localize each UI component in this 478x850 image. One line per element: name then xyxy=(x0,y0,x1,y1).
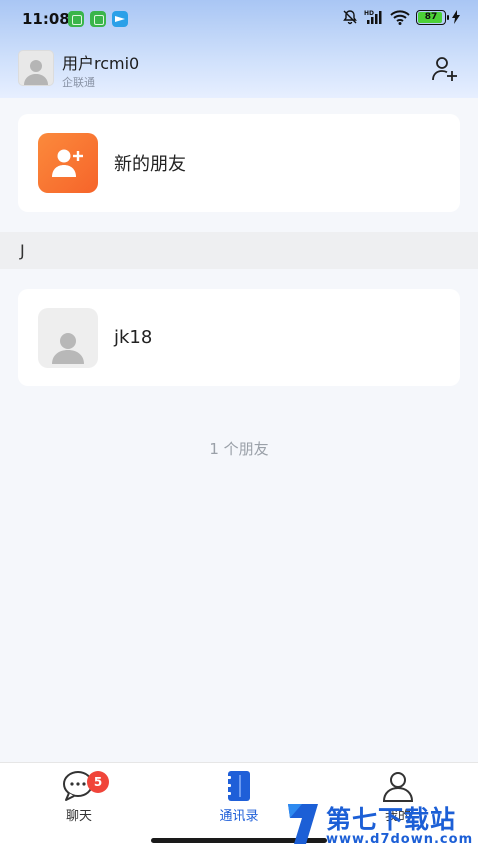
friend-count: 1 个朋友 xyxy=(209,440,269,458)
section-letter: J xyxy=(20,241,25,260)
new-friends-item[interactable]: 新的朋友 xyxy=(18,114,460,212)
watermark-logo-icon xyxy=(288,804,318,844)
add-person-icon xyxy=(52,149,83,177)
watermark-title: 第七下载站 xyxy=(326,805,457,834)
new-friends-icon-tile xyxy=(38,133,98,193)
contact-avatar xyxy=(38,307,98,368)
section-index-header: J xyxy=(0,232,478,269)
cell-signal-icon: HD xyxy=(364,10,382,24)
app-header: 用户rcmi0 企联通 xyxy=(0,40,478,98)
add-person-icon xyxy=(432,57,457,81)
notification-app-icon xyxy=(68,11,84,27)
contact-item[interactable]: jk18 xyxy=(18,289,460,386)
default-avatar-icon xyxy=(24,60,48,85)
tab-contacts[interactable]: 通讯录 xyxy=(189,769,289,829)
contact-name: jk18 xyxy=(114,327,153,348)
telegram-icon xyxy=(112,11,128,27)
user-name: 用户rcmi0 xyxy=(62,54,140,73)
add-friend-button[interactable] xyxy=(430,54,460,84)
charging-icon xyxy=(452,10,460,24)
site-watermark: 第七下载站 www.d7down.com xyxy=(284,798,478,850)
svg-text:HD: HD xyxy=(364,10,374,17)
tab-contacts-label: 通讯录 xyxy=(219,809,259,824)
tab-chat-label: 聊天 xyxy=(65,809,92,824)
default-avatar-icon xyxy=(52,332,84,364)
status-icons: HD 87 xyxy=(342,9,460,25)
tab-chat[interactable]: 5 聊天 xyxy=(29,769,129,829)
user-avatar[interactable] xyxy=(18,50,54,86)
mute-bell-icon xyxy=(343,10,357,25)
new-friends-label: 新的朋友 xyxy=(114,154,186,175)
battery-level: 87 xyxy=(424,12,438,22)
user-organization: 企联通 xyxy=(62,76,95,89)
watermark-url: www.d7down.com xyxy=(326,832,474,847)
notification-app-icon xyxy=(90,11,106,27)
status-time: 11:08 xyxy=(22,10,70,28)
address-book-icon xyxy=(226,771,250,801)
battery-indicator: 87 xyxy=(416,9,449,25)
unread-badge: 5 xyxy=(87,771,109,793)
wifi-icon xyxy=(390,10,410,25)
status-bar: 11:08 HD 87 xyxy=(0,0,478,38)
